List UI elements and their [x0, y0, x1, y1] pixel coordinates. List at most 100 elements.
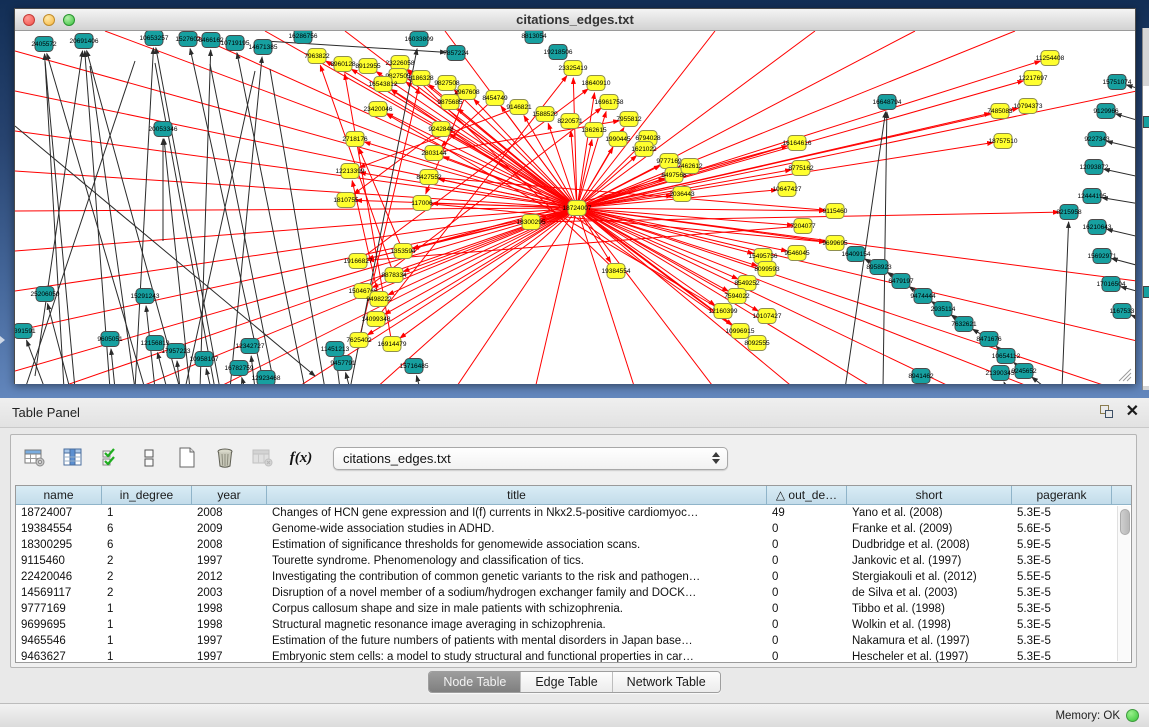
- select-rows-icon[interactable]: [99, 446, 123, 470]
- table-settings-icon[interactable]: [23, 446, 47, 470]
- network-node-label: 10654112: [992, 353, 1021, 360]
- vertical-scrollbar[interactable]: [1117, 506, 1130, 661]
- network-edge[interactable]: [385, 208, 577, 314]
- table-cell: 1: [102, 649, 192, 663]
- column-header-out_de[interactable]: △ out_de…: [767, 486, 847, 504]
- column-header-pagerank[interactable]: pagerank: [1012, 486, 1112, 504]
- table-row[interactable]: 1938455462009Genome-wide association stu…: [16, 521, 1131, 537]
- network-edge[interactable]: [1032, 377, 1047, 384]
- table-cell: 9777169: [16, 601, 102, 617]
- network-canvas[interactable]: 1872400779638228960128891295523226058982…: [15, 31, 1135, 384]
- network-node-label: 1353594: [390, 248, 416, 255]
- network-edge[interactable]: [1107, 141, 1135, 149]
- network-edge[interactable]: [185, 71, 255, 384]
- column-header-year[interactable]: year: [192, 486, 267, 504]
- table-row[interactable]: 946554611997Estimation of the future num…: [16, 633, 1131, 649]
- network-node-label: 8186328: [408, 75, 434, 82]
- table-cell: 6: [102, 521, 192, 537]
- new-table-icon[interactable]: [175, 446, 199, 470]
- network-window-titlebar[interactable]: citations_edges.txt: [15, 9, 1135, 31]
- table-row[interactable]: 2242004622012Investigating the contribut…: [16, 569, 1131, 585]
- network-edge[interactable]: [156, 48, 220, 384]
- table-row[interactable]: 946362711997Embryonic stem cells: a mode…: [16, 649, 1131, 663]
- network-edge[interactable]: [1131, 315, 1135, 319]
- table-cell: Corpus callosum shape and size in male p…: [267, 601, 767, 617]
- network-edge[interactable]: [359, 148, 403, 251]
- column-header-in_degree[interactable]: in_degree: [102, 486, 192, 504]
- network-edge[interactable]: [270, 69, 325, 384]
- table-row[interactable]: 969969511998Structural magnetic resonanc…: [16, 617, 1131, 633]
- table-cell: Genome-wide association studies in ADHD.: [267, 521, 767, 537]
- network-edge[interactable]: [577, 208, 825, 211]
- network-edge[interactable]: [45, 61, 75, 384]
- network-edge[interactable]: [155, 63, 215, 384]
- network-edge[interactable]: [47, 54, 145, 384]
- network-edge[interactable]: [48, 304, 70, 384]
- network-node-label: 8878334: [381, 272, 407, 279]
- network-edge[interactable]: [417, 376, 420, 384]
- network-node-label: 9129966: [1093, 108, 1119, 115]
- memory-status-label: Memory: OK: [1055, 710, 1120, 722]
- network-edge[interactable]: [387, 113, 577, 208]
- network-edge[interactable]: [230, 57, 262, 384]
- scrollbar-thumb[interactable]: [1120, 509, 1130, 535]
- network-edge[interactable]: [577, 91, 1135, 208]
- float-window-icon[interactable]: [1098, 404, 1114, 420]
- network-edge[interactable]: [1102, 198, 1135, 204]
- function-builder-icon[interactable]: f(x): [289, 446, 313, 470]
- left-splitter-handle[interactable]: [0, 336, 5, 344]
- network-edge[interactable]: [346, 373, 350, 384]
- table-row[interactable]: 1456911722003Disruption of a novel membe…: [16, 585, 1131, 601]
- network-node-label: 2405572: [31, 41, 57, 48]
- network-graph[interactable]: 1872400779638228960128891295523226058982…: [15, 31, 1135, 384]
- table-select-dropdown[interactable]: citations_edges.txt: [333, 447, 728, 470]
- network-node-label: 12160399: [709, 308, 738, 315]
- table-cell: 9699695: [16, 617, 102, 633]
- table-cell: Hescheler et al. (1997): [847, 649, 1012, 663]
- network-edge[interactable]: [1062, 222, 1069, 384]
- column-header-short[interactable]: short: [847, 486, 1012, 504]
- row-height-icon[interactable]: [137, 446, 161, 470]
- table-row[interactable]: 1830029562008Estimation of significance …: [16, 537, 1131, 553]
- network-edge[interactable]: [111, 349, 115, 384]
- table-row[interactable]: 911546021997Tourette syndrome. Phenomeno…: [16, 553, 1131, 569]
- resize-grip-icon[interactable]: [1119, 369, 1131, 381]
- network-edge[interactable]: [1004, 382, 1007, 384]
- network-edge[interactable]: [413, 143, 797, 248]
- network-view-window[interactable]: citations_edges.txt 18724007796382289601…: [14, 8, 1136, 384]
- table-row[interactable]: 1872400712008Changes of HCN gene express…: [16, 505, 1131, 521]
- column-header-title[interactable]: title: [267, 486, 767, 504]
- desktop-background: citations_edges.txt 18724007796382289601…: [0, 0, 1149, 398]
- network-edge[interactable]: [242, 378, 245, 384]
- network-node-label: 14671385: [249, 44, 278, 51]
- network-node-label: 16164616: [783, 140, 812, 147]
- table-cell: 1: [102, 505, 192, 521]
- table-cell: 5.3E-5: [1012, 585, 1112, 601]
- network-node-label: 20053346: [149, 126, 178, 133]
- network-node-label: 9699695: [822, 240, 848, 247]
- background-window-sliver[interactable]: [1142, 28, 1149, 390]
- close-panel-icon[interactable]: ✕: [1126, 404, 1139, 420]
- tab-network-table[interactable]: Network Table: [613, 672, 720, 692]
- memory-ok-icon[interactable]: [1126, 709, 1139, 722]
- network-node-label: 8912955: [355, 63, 381, 70]
- network-edge[interactable]: [455, 208, 577, 384]
- network-edge[interactable]: [15, 126, 315, 376]
- network-node-label: 16543812: [369, 81, 398, 88]
- tab-edge-table[interactable]: Edge Table: [521, 672, 612, 692]
- network-node-label: 8427552: [416, 174, 442, 181]
- table-row[interactable]: 977716911998Corpus callosum shape and si…: [16, 601, 1131, 617]
- network-node-label: 7485083: [987, 108, 1013, 115]
- network-edge[interactable]: [577, 208, 955, 384]
- column-edit-icon[interactable]: [61, 446, 85, 470]
- network-edge[interactable]: [206, 369, 211, 384]
- network-edge[interactable]: [577, 31, 1015, 208]
- network-edge[interactable]: [577, 208, 1035, 384]
- network-edge[interactable]: [577, 208, 635, 384]
- delete-rows-icon[interactable]: [213, 446, 237, 470]
- network-node-label: 7963822: [304, 53, 330, 60]
- tab-node-table[interactable]: Node Table: [429, 672, 521, 692]
- table-cell: 5.9E-5: [1012, 537, 1112, 553]
- table-cell: 5.3E-5: [1012, 601, 1112, 617]
- column-header-name[interactable]: name: [16, 486, 102, 504]
